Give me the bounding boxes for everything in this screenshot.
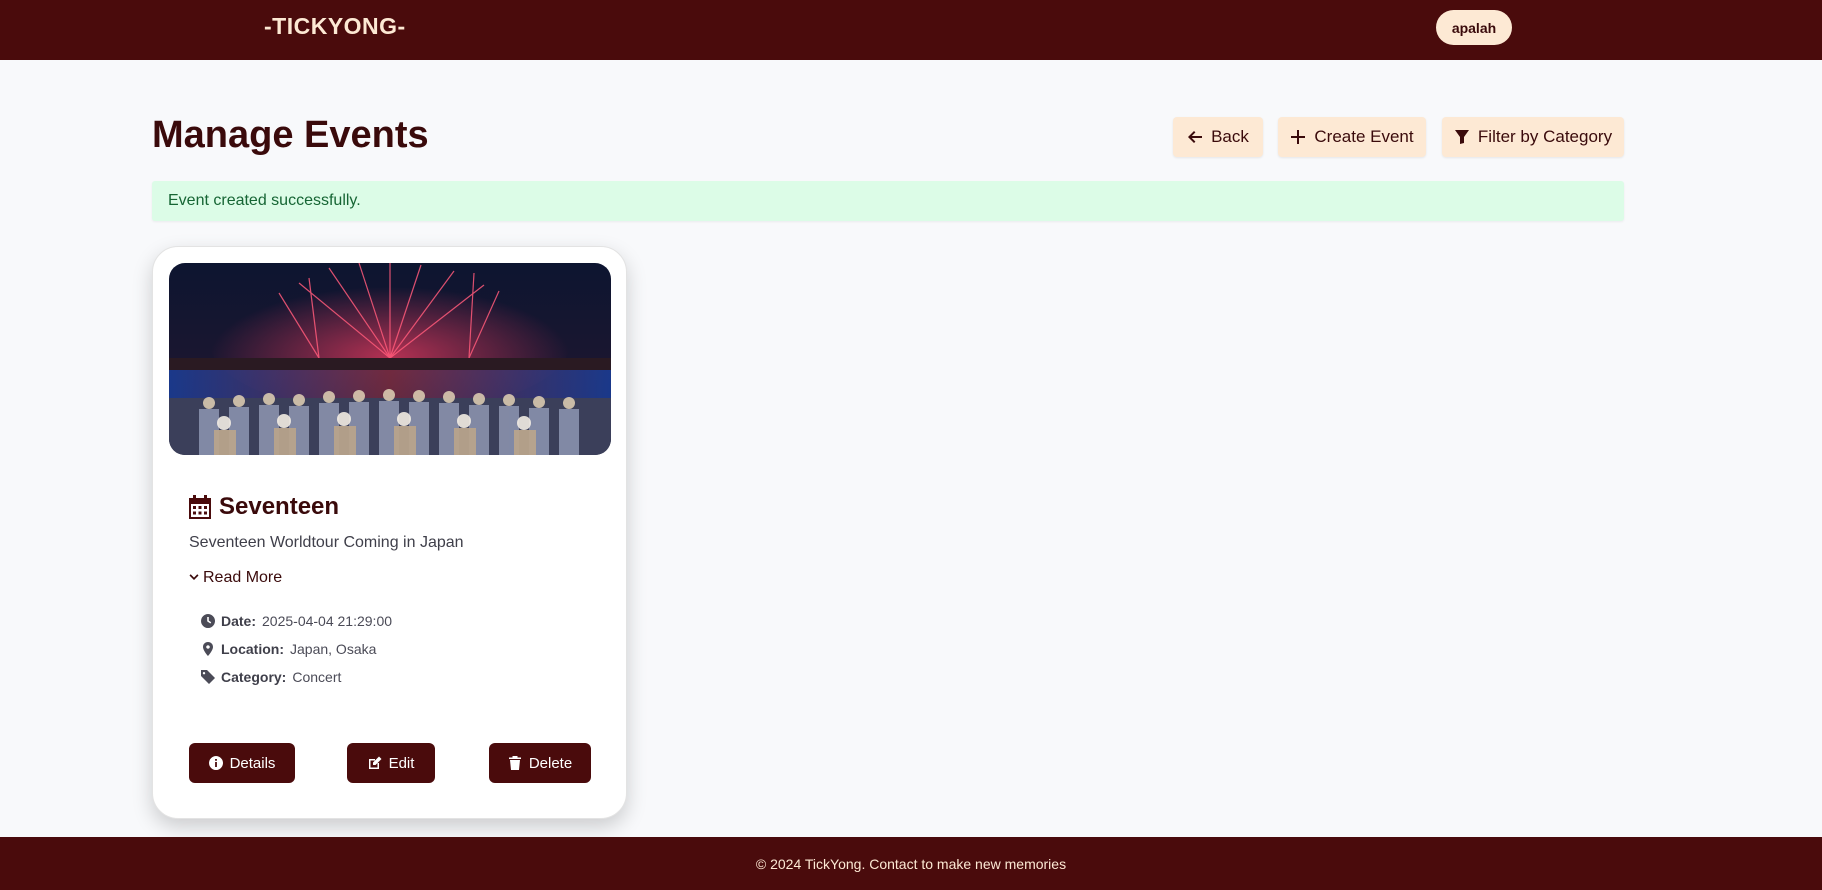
details-button[interactable]: Details (189, 743, 295, 783)
arrow-left-icon (1188, 131, 1203, 143)
brand-logo[interactable]: -TICKYONG- (264, 13, 406, 40)
plus-icon (1291, 130, 1306, 144)
chevron-down-icon (189, 574, 199, 580)
event-location-label: Location: (221, 641, 284, 657)
read-more-label: Read More (203, 569, 283, 586)
create-event-button-label: Create Event (1314, 127, 1414, 146)
event-card: Seventeen Seventeen Worldtour Coming in … (152, 246, 627, 819)
event-date-value: 2025-04-04 21:29:00 (262, 613, 393, 629)
tag-icon (201, 670, 215, 684)
event-date: Date: 2025-04-04 21:29:00 (201, 613, 392, 629)
event-date-label: Date: (221, 613, 257, 629)
event-title: Seventeen (189, 493, 339, 521)
footer: © 2024 TickYong. Contact to make new mem… (0, 837, 1822, 890)
edit-button-label: Edit (388, 754, 415, 772)
read-more-link[interactable]: Read More (189, 569, 282, 587)
event-category-label: Category: (221, 669, 287, 685)
trash-icon (508, 756, 521, 770)
event-location-value: Japan, Osaka (290, 641, 377, 657)
map-pin-icon (203, 642, 213, 656)
navbar: -TICKYONG- apalah (0, 0, 1822, 60)
create-event-button[interactable]: Create Event (1278, 117, 1426, 157)
back-button[interactable]: Back (1173, 117, 1263, 157)
calendar-icon (189, 495, 211, 519)
success-alert: Event created successfully. (152, 181, 1624, 221)
back-button-label: Back (1211, 127, 1249, 146)
clock-icon (201, 614, 215, 628)
filter-by-category-button-label: Filter by Category (1477, 127, 1613, 146)
delete-button[interactable]: Delete (489, 743, 591, 783)
event-title-text: Seventeen (219, 493, 340, 520)
filter-by-category-button[interactable]: Filter by Category (1442, 117, 1624, 157)
filter-icon (1454, 130, 1469, 144)
edit-icon (368, 756, 382, 769)
event-description: Seventeen Worldtour Coming in Japan (189, 534, 464, 551)
event-category-value: Concert (292, 669, 342, 685)
footer-text: © 2024 TickYong. Contact to make new mem… (755, 855, 1067, 872)
info-icon (208, 756, 223, 770)
delete-button-label: Delete (528, 754, 573, 772)
event-image (169, 263, 611, 455)
edit-button[interactable]: Edit (347, 743, 435, 783)
event-location: Location: Japan, Osaka (201, 641, 376, 657)
success-alert-message: Event created successfully. (168, 192, 361, 209)
details-button-label: Details (229, 754, 276, 772)
page-title: Manage Events (152, 114, 429, 156)
event-category: Category: Concert (201, 669, 341, 685)
user-menu-button[interactable]: apalah (1436, 10, 1512, 45)
